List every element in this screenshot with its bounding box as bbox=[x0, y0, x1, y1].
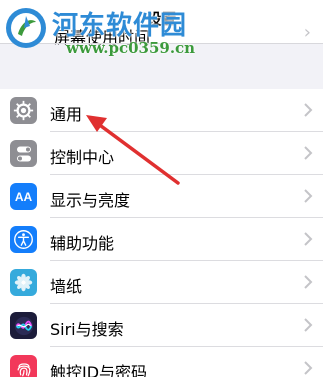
aa-icon: AA bbox=[10, 183, 37, 210]
settings-row-label: 控制中心 bbox=[50, 148, 115, 167]
settings-row-label: 显示与亮度 bbox=[50, 191, 131, 210]
chevron-right-icon bbox=[304, 318, 313, 332]
nav-title: 设置 bbox=[146, 10, 177, 28]
chevron-right-icon bbox=[304, 361, 313, 375]
settings-row-touch-id-passcode[interactable]: 触控ID与密码 bbox=[0, 347, 323, 377]
gear-icon bbox=[10, 97, 37, 124]
settings-row-wallpaper[interactable]: 墙纸 bbox=[0, 261, 323, 304]
settings-row-label: 墙纸 bbox=[50, 277, 83, 296]
siri-icon bbox=[10, 312, 37, 339]
settings-row-label: 触控ID与密码 bbox=[50, 363, 148, 377]
screen-time-row-label[interactable]: 屏幕使用时间 bbox=[54, 24, 150, 48]
settings-row-accessibility[interactable]: 辅助功能 bbox=[0, 218, 323, 261]
settings-row-label: Siri与搜索 bbox=[50, 320, 124, 339]
settings-row-label: 辅助功能 bbox=[50, 234, 115, 253]
settings-row-general[interactable]: 通用 bbox=[0, 89, 323, 132]
toggles-icon bbox=[10, 140, 37, 167]
chevron-right-icon bbox=[304, 232, 313, 246]
screen-time-chevron-icon: › bbox=[303, 22, 311, 43]
chevron-right-icon bbox=[304, 103, 313, 117]
wallpaper-flower-icon bbox=[10, 269, 37, 296]
fingerprint-icon bbox=[10, 355, 37, 377]
accessibility-icon bbox=[10, 226, 37, 253]
settings-row-label: 通用 bbox=[50, 105, 83, 124]
divider bbox=[0, 43, 323, 44]
settings-screen: 设置 屏幕使用时间 › 河东软件园 www.pc0359.cn 通用 控制中心 … bbox=[0, 0, 323, 377]
chevron-right-icon bbox=[304, 146, 313, 160]
chevron-right-icon bbox=[304, 275, 313, 289]
settings-row-control-center[interactable]: 控制中心 bbox=[0, 132, 323, 175]
top-section: 设置 屏幕使用时间 › bbox=[0, 0, 323, 47]
settings-row-display-brightness[interactable]: AA 显示与亮度 bbox=[0, 175, 323, 218]
chevron-right-icon bbox=[304, 189, 313, 203]
settings-list: 通用 控制中心 AA 显示与亮度 辅助功能 墙纸 Siri与搜索 触控ID与密码 bbox=[0, 89, 323, 377]
settings-row-siri-search[interactable]: Siri与搜索 bbox=[0, 304, 323, 347]
